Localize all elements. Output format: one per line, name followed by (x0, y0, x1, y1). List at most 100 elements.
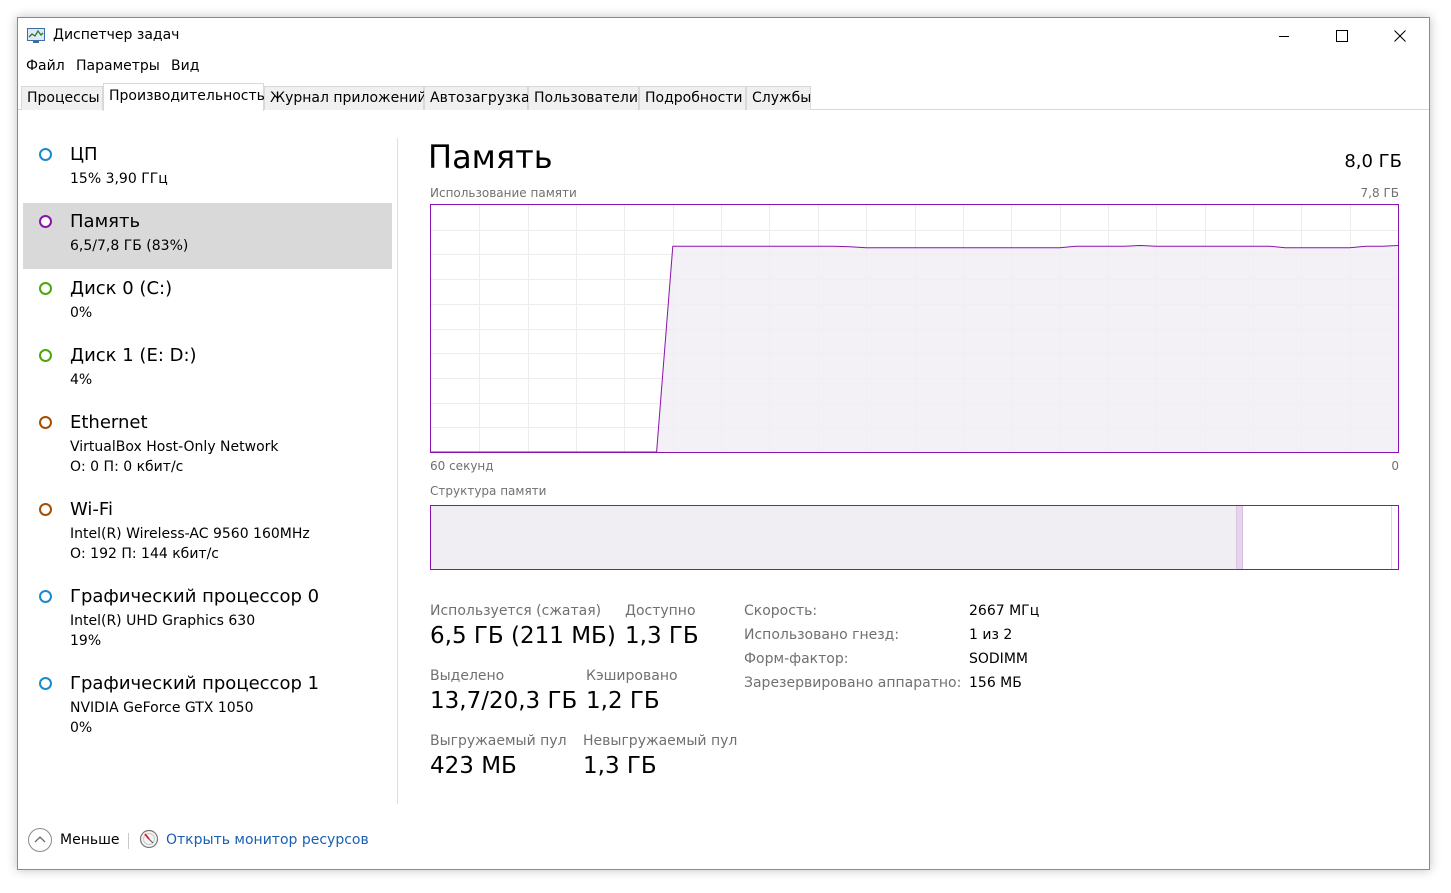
paged-pool-value: 423 МБ (430, 753, 517, 779)
sidebar-item-throughput: О: 192 П: 144 кбит/с (70, 546, 219, 562)
slots-value: 1 из 2 (969, 627, 1013, 643)
speed-value: 2667 МГц (969, 603, 1040, 619)
menu-file[interactable]: Файл (26, 58, 65, 74)
disk-indicator-icon (39, 349, 52, 362)
wifi-indicator-icon (39, 503, 52, 516)
disk-indicator-icon (39, 282, 52, 295)
page-title: Память (428, 138, 553, 176)
sidebar-item-gpu-1[interactable]: Графический процессор 1 NVIDIA GeForce G… (23, 665, 392, 749)
committed-value: 13,7/20,3 ГБ (430, 688, 578, 714)
maximize-button[interactable] (1313, 18, 1371, 54)
sidebar-item-title: Диск 1 (E: D:) (70, 345, 197, 366)
sidebar-item-subtitle: VirtualBox Host-Only Network (70, 439, 279, 455)
task-manager-window: Диспетчер задач Файл Параметры Вид Проце… (17, 17, 1430, 870)
memory-indicator-icon (39, 215, 52, 228)
tab-performance[interactable]: Производительность (103, 83, 265, 111)
footer-bar: Меньше Открыть монитор ресурсов (18, 826, 1429, 856)
sidebar-item-cpu[interactable]: ЦП 15% 3,90 ГГц (23, 136, 392, 201)
tab-app-history[interactable]: Журнал приложений (264, 86, 427, 110)
window-title: Диспетчер задач (53, 27, 180, 43)
sidebar-item-subtitle: 4% (70, 372, 93, 388)
available-value: 1,3 ГБ (625, 623, 699, 649)
sidebar-item-title: Память (70, 211, 141, 232)
minimize-icon (1279, 36, 1289, 37)
sidebar-item-usage: 19% (70, 633, 102, 649)
sidebar-item-title: Wi-Fi (70, 499, 113, 520)
in-use-value: 6,5 ГБ (211 МБ) (430, 623, 616, 649)
in-use-label: Используется (сжатая) (430, 603, 602, 619)
sidebar-item-subtitle: NVIDIA GeForce GTX 1050 (70, 700, 254, 716)
sidebar-item-title: Графический процессор 0 (70, 586, 320, 607)
cached-label: Кэшировано (586, 668, 678, 684)
sidebar-item-throughput: О: 0 П: 0 кбит/с (70, 459, 184, 475)
sidebar-item-gpu-0[interactable]: Графический процессор 0 Intel(R) UHD Gra… (23, 578, 392, 662)
ethernet-indicator-icon (39, 416, 52, 429)
form-factor-label: Форм-фактор: (744, 651, 849, 667)
maximize-icon (1336, 30, 1348, 42)
sidebar-item-title: Ethernet (70, 412, 148, 433)
gpu-indicator-icon (39, 590, 52, 603)
nonpaged-pool-label: Невыгружаемый пул (583, 733, 738, 749)
composition-chart-label: Структура памяти (430, 484, 547, 498)
sidebar-item-disk-0[interactable]: Диск 0 (C:) 0% (23, 270, 392, 335)
sidebar-item-title: Диск 0 (C:) (70, 278, 173, 299)
composition-in-use-segment (431, 506, 1237, 569)
sidebar-item-ethernet[interactable]: Ethernet VirtualBox Host-Only Network О:… (23, 404, 392, 488)
tab-bar: Процессы Производительность Журнал прило… (18, 83, 1429, 111)
composition-standby-segment (1243, 506, 1392, 569)
form-factor-value: SODIMM (969, 651, 1028, 667)
gpu-indicator-icon (39, 677, 52, 690)
performance-sidebar: ЦП 15% 3,90 ГГц Память 6,5/7,8 ГБ (83%) … (23, 128, 393, 800)
speed-label: Скорость: (744, 603, 818, 619)
memory-usage-svg (431, 205, 1398, 452)
slots-label: Использовано гнезд: (744, 627, 900, 643)
memory-composition-bar (430, 505, 1399, 570)
tab-startup[interactable]: Автозагрузка (424, 86, 530, 110)
menu-options[interactable]: Параметры (76, 58, 160, 74)
sidebar-item-subtitle: 0% (70, 305, 93, 321)
sidebar-item-subtitle: Intel(R) Wireless-AC 9560 160MHz (70, 526, 310, 542)
usage-chart-max: 7,8 ГБ (1360, 186, 1399, 200)
composition-free-segment (1391, 506, 1398, 569)
close-button[interactable] (1371, 18, 1429, 54)
memory-usage-chart (430, 204, 1399, 453)
sidebar-item-title: ЦП (70, 144, 98, 165)
usage-chart-label: Использование памяти (430, 186, 577, 200)
available-label: Доступно (625, 603, 696, 619)
committed-label: Выделено (430, 668, 505, 684)
sidebar-item-subtitle: 15% 3,90 ГГц (70, 171, 168, 187)
menu-view[interactable]: Вид (171, 58, 199, 74)
fewer-details-button[interactable]: Меньше (60, 832, 120, 848)
title-bar[interactable]: Диспетчер задач (18, 18, 1429, 54)
cpu-indicator-icon (39, 148, 52, 161)
tab-details[interactable]: Подробности (639, 86, 746, 110)
tab-services[interactable]: Службы (746, 86, 811, 110)
memory-total: 8,0 ГБ (1344, 151, 1402, 172)
footer-separator (128, 833, 129, 849)
cached-value: 1,2 ГБ (586, 688, 660, 714)
open-resource-monitor-link[interactable]: Открыть монитор ресурсов (166, 832, 369, 848)
pane-divider[interactable] (397, 138, 398, 804)
sidebar-item-subtitle: 6,5/7,8 ГБ (83%) (70, 238, 189, 254)
tab-users[interactable]: Пользователи (528, 86, 639, 110)
memory-panel: Память 8,0 ГБ Использование памяти 7,8 Г… (428, 128, 1402, 808)
sidebar-item-usage: 0% (70, 720, 93, 736)
composition-modified-segment (1236, 506, 1243, 569)
chart-axis-left: 60 секунд (430, 459, 494, 473)
close-icon (1394, 30, 1406, 42)
task-manager-icon (27, 28, 45, 43)
hardware-reserved-label: Зарезервировано аппаратно: (744, 675, 962, 691)
sidebar-item-subtitle: Intel(R) UHD Graphics 630 (70, 613, 256, 629)
sidebar-item-memory[interactable]: Память 6,5/7,8 ГБ (83%) (23, 203, 392, 269)
resource-monitor-icon[interactable] (139, 829, 159, 849)
paged-pool-label: Выгружаемый пул (430, 733, 567, 749)
nonpaged-pool-value: 1,3 ГБ (583, 753, 657, 779)
sidebar-item-disk-1[interactable]: Диск 1 (E: D:) 4% (23, 337, 392, 402)
chart-axis-right: 0 (1391, 459, 1399, 473)
memory-composition-svg (431, 506, 1398, 569)
sidebar-item-wifi[interactable]: Wi-Fi Intel(R) Wireless-AC 9560 160MHz О… (23, 491, 392, 575)
tab-processes[interactable]: Процессы (21, 86, 103, 110)
minimize-button[interactable] (1255, 18, 1313, 54)
sidebar-item-title: Графический процессор 1 (70, 673, 320, 694)
chevron-up-icon[interactable] (28, 828, 52, 852)
